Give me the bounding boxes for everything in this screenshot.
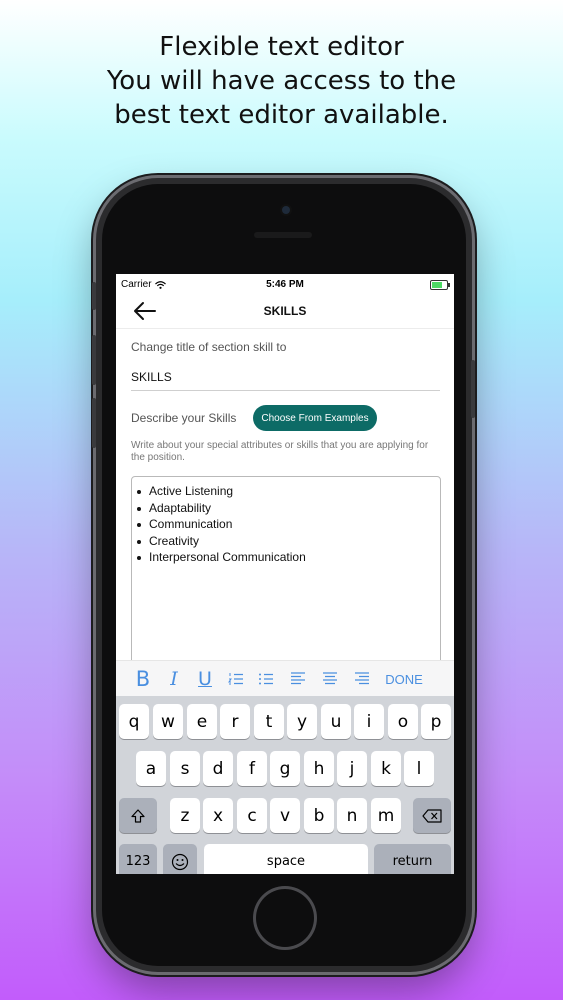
underline-button[interactable]: U (192, 661, 218, 697)
home-button[interactable] (253, 886, 317, 950)
headline-line-3: best text editor available. (114, 100, 449, 130)
align-center-button[interactable] (318, 661, 342, 697)
align-right-button[interactable] (350, 661, 374, 697)
key-s[interactable]: s (170, 751, 200, 786)
battery-icon (430, 280, 450, 290)
align-left-icon (291, 672, 305, 685)
list-item: Adaptability (137, 500, 440, 517)
key-e[interactable]: e (187, 704, 217, 739)
key-v[interactable]: v (270, 798, 300, 833)
key-p[interactable]: p (421, 704, 451, 739)
bullet-list-button[interactable] (254, 661, 278, 697)
status-bar: Carrier 5:46 PM (116, 274, 454, 294)
mute-switch (92, 282, 96, 310)
section-title-input[interactable] (131, 364, 440, 391)
bullet-list-icon (259, 673, 273, 685)
delete-key[interactable] (413, 798, 451, 833)
done-button[interactable]: DONE (380, 661, 428, 697)
underline-label: U (198, 668, 212, 690)
align-right-icon (355, 672, 369, 685)
key-z[interactable]: z (170, 798, 200, 833)
key-k[interactable]: k (371, 751, 401, 786)
format-toolbar: B I U DONE (116, 660, 454, 697)
key-m[interactable]: m (371, 798, 401, 833)
return-key[interactable]: return (374, 844, 451, 874)
key-t[interactable]: t (254, 704, 284, 739)
status-time: 5:46 PM (266, 279, 304, 290)
backspace-icon (422, 808, 442, 823)
key-f[interactable]: f (237, 751, 267, 786)
key-d[interactable]: d (203, 751, 233, 786)
key-q[interactable]: q (119, 704, 149, 739)
numbers-key[interactable]: 123 (119, 844, 157, 874)
volume-up-button (92, 335, 96, 385)
choose-from-examples-button[interactable]: Choose From Examples (253, 405, 377, 431)
key-l[interactable]: l (404, 751, 434, 786)
ordered-list-button[interactable] (224, 661, 248, 697)
key-i[interactable]: i (354, 704, 384, 739)
section-title-label: Change title of section skill to (131, 340, 287, 354)
emoji-icon (171, 853, 189, 870)
italic-label: I (170, 668, 178, 690)
page-title: SKILLS (263, 304, 307, 318)
space-key[interactable]: space (204, 844, 368, 874)
list-item: Creativity (137, 533, 440, 550)
key-x[interactable]: x (203, 798, 233, 833)
align-center-icon (323, 672, 337, 685)
helper-text: Write about your special attributes or s… (131, 440, 429, 463)
headline-line-1: Flexible text editor (159, 32, 404, 62)
keyboard: q w e r t y u i o p a s d f g h j k l z … (116, 696, 454, 874)
key-b[interactable]: b (304, 798, 334, 833)
list-item: Active Listening (137, 483, 440, 500)
key-w[interactable]: w (153, 704, 183, 739)
key-y[interactable]: y (287, 704, 317, 739)
shift-key[interactable] (119, 798, 157, 833)
front-camera (282, 206, 290, 214)
key-o[interactable]: o (388, 704, 418, 739)
key-h[interactable]: h (304, 751, 334, 786)
key-r[interactable]: r (220, 704, 250, 739)
headline: Flexible text editor You will have acces… (0, 30, 563, 132)
list-item: Interpersonal Communication (137, 549, 440, 566)
key-g[interactable]: g (270, 751, 300, 786)
key-j[interactable]: j (337, 751, 367, 786)
key-u[interactable]: u (321, 704, 351, 739)
key-a[interactable]: a (136, 751, 166, 786)
key-c[interactable]: c (237, 798, 267, 833)
power-button (471, 360, 475, 418)
earpiece-speaker (254, 232, 312, 238)
key-n[interactable]: n (337, 798, 367, 833)
nav-bar: SKILLS (116, 294, 454, 329)
ordered-list-icon (228, 673, 243, 685)
describe-skills-label: Describe your Skills (131, 411, 237, 425)
volume-down-button (92, 398, 96, 448)
skills-bullet-list: Active Listening Adaptability Communicat… (132, 483, 440, 566)
app-screen: Carrier 5:46 PM SKILLS Change title of s… (116, 274, 454, 874)
headline-line-2: You will have access to the (106, 66, 457, 96)
shift-icon (131, 808, 145, 823)
bold-button[interactable]: B (130, 661, 156, 697)
align-left-button[interactable] (286, 661, 310, 697)
emoji-key[interactable] (163, 844, 197, 874)
italic-button[interactable]: I (162, 661, 186, 697)
list-item: Communication (137, 516, 440, 533)
skills-text-editor[interactable]: Active Listening Adaptability Communicat… (131, 476, 441, 678)
bold-label: B (135, 667, 151, 691)
